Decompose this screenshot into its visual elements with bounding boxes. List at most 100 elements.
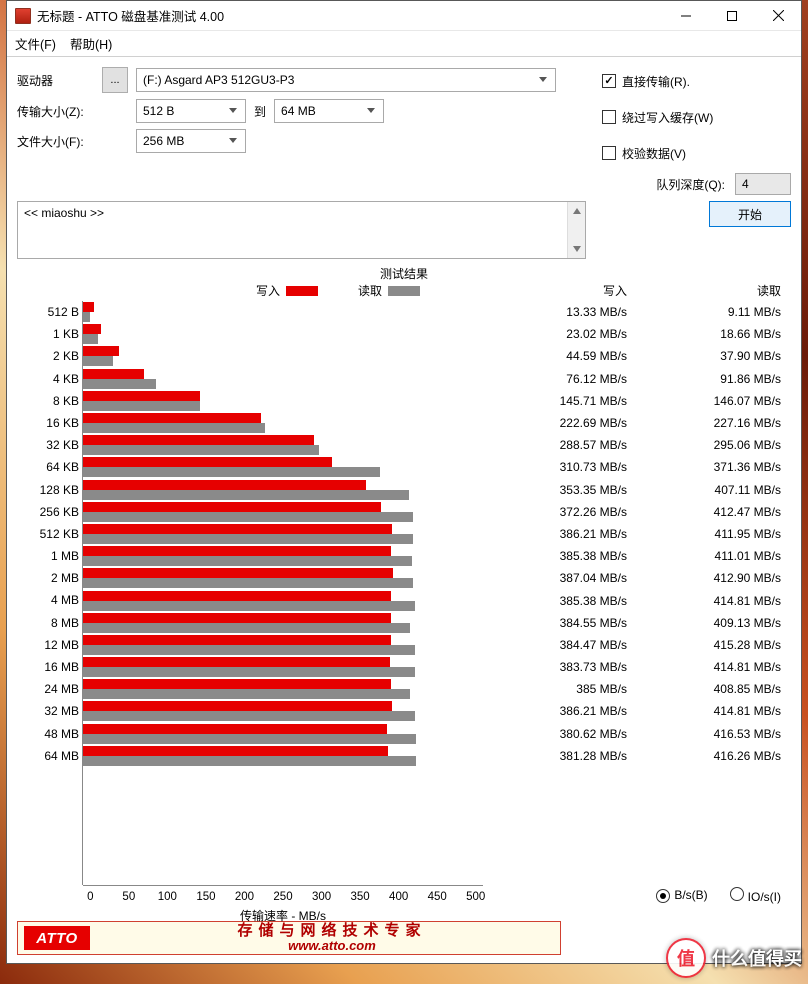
- y-tick-label: 8 KB: [17, 390, 79, 412]
- cell-read-value: 412.90 MB/s: [637, 571, 791, 585]
- cell-read-value: 227.16 MB/s: [637, 416, 791, 430]
- close-button[interactable]: [755, 1, 801, 31]
- x-tick-label: 400: [379, 891, 418, 903]
- radio-ios[interactable]: IO/s(I): [730, 887, 781, 904]
- menu-help[interactable]: 帮助(H): [70, 34, 112, 53]
- bar-write: [83, 369, 144, 379]
- y-tick-label: 24 MB: [17, 678, 79, 700]
- bar-write: [83, 701, 392, 711]
- bar-write: [83, 568, 393, 578]
- results-title: 测试结果: [17, 265, 791, 282]
- bar-write: [83, 302, 94, 312]
- cell-write-value: 145.71 MB/s: [483, 394, 637, 408]
- x-axis: 050100150200250300350400450500 传输速率 - MB…: [83, 885, 483, 919]
- footer-tagline: 存储与网络技术专家: [237, 923, 426, 940]
- cell-write-value: 76.12 MB/s: [483, 372, 637, 386]
- bar-write: [83, 746, 388, 756]
- menu-file[interactable]: 文件(F): [15, 34, 56, 53]
- cell-write-value: 23.02 MB/s: [483, 327, 637, 341]
- cell-read-value: 416.53 MB/s: [637, 727, 791, 741]
- x-tick-label: 150: [187, 891, 226, 903]
- x-tick-label: 500: [456, 891, 495, 903]
- cell-read-value: 414.81 MB/s: [637, 594, 791, 608]
- cell-write-value: 44.59 MB/s: [483, 349, 637, 363]
- cell-read-value: 18.66 MB/s: [637, 327, 791, 341]
- max-size-value: 64 MB: [281, 104, 316, 118]
- label-transfer-size: 传输大小(Z):: [17, 103, 102, 120]
- direct-io-checkbox[interactable]: [602, 74, 616, 88]
- bar-write: [83, 346, 119, 356]
- scrollbar[interactable]: [567, 202, 585, 258]
- cell-write-value: 383.73 MB/s: [483, 660, 637, 674]
- label-queue-depth: 队列深度(Q):: [656, 176, 725, 193]
- bar-read: [83, 667, 415, 677]
- watermark: 值 什么值得买: [666, 938, 802, 978]
- cell-write-value: 353.35 MB/s: [483, 483, 637, 497]
- bar-read: [83, 379, 156, 389]
- y-tick-label: 8 MB: [17, 612, 79, 634]
- app-icon: [15, 8, 31, 24]
- y-tick-label: 32 MB: [17, 700, 79, 722]
- bypass-write-cache-checkbox[interactable]: [602, 110, 616, 124]
- x-axis-title: 传输速率 - MB/s: [83, 907, 483, 924]
- window-title: 无标题 - ATTO 磁盘基准测试 4.00: [37, 6, 224, 25]
- chart-legend: 写入 读取: [193, 282, 483, 301]
- cell-read-value: 408.85 MB/s: [637, 682, 791, 696]
- swatch-read-icon: [388, 286, 420, 296]
- x-tick-label: 100: [148, 891, 187, 903]
- titlebar[interactable]: 无标题 - ATTO 磁盘基准测试 4.00: [7, 1, 801, 31]
- y-tick-label: 2 KB: [17, 345, 79, 367]
- description-box: << miaoshu >>: [17, 201, 586, 259]
- bar-read: [83, 467, 380, 477]
- legend-write-label: 写入: [256, 282, 280, 299]
- maximize-button[interactable]: [709, 1, 755, 31]
- y-tick-label: 64 MB: [17, 745, 79, 767]
- scroll-up-icon[interactable]: [568, 202, 585, 220]
- file-size-select[interactable]: 256 MB: [136, 129, 246, 153]
- min-size-select[interactable]: 512 B: [136, 99, 246, 123]
- label-drive: 驱动器: [17, 72, 102, 89]
- y-tick-label: 4 KB: [17, 368, 79, 390]
- cell-read-value: 295.06 MB/s: [637, 438, 791, 452]
- cell-write-value: 385.38 MB/s: [483, 549, 637, 563]
- footer-url[interactable]: www.atto.com: [288, 939, 376, 953]
- cell-write-value: 386.21 MB/s: [483, 704, 637, 718]
- cell-write-value: 288.57 MB/s: [483, 438, 637, 452]
- cell-write-value: 385 MB/s: [483, 682, 637, 696]
- y-tick-label: 2 MB: [17, 567, 79, 589]
- cell-write-value: 384.47 MB/s: [483, 638, 637, 652]
- max-size-select[interactable]: 64 MB: [274, 99, 384, 123]
- bar-read: [83, 445, 319, 455]
- y-tick-label: 32 KB: [17, 434, 79, 456]
- description-input[interactable]: << miaoshu >>: [18, 202, 567, 258]
- cell-read-value: 91.86 MB/s: [637, 372, 791, 386]
- browse-drive-button[interactable]: ...: [102, 67, 128, 93]
- verify-data-checkbox[interactable]: [602, 146, 616, 160]
- start-button[interactable]: 开始: [709, 201, 791, 227]
- scroll-down-icon[interactable]: [568, 240, 585, 258]
- x-tick-label: 450: [418, 891, 457, 903]
- bar-read: [83, 601, 415, 611]
- queue-depth-select[interactable]: 4: [735, 173, 791, 195]
- y-tick-label: 16 KB: [17, 412, 79, 434]
- cell-write-value: 385.38 MB/s: [483, 594, 637, 608]
- bar-read: [83, 312, 90, 322]
- cell-write-value: 310.73 MB/s: [483, 460, 637, 474]
- radio-bs[interactable]: B/s(B): [656, 888, 707, 903]
- cell-read-value: 407.11 MB/s: [637, 483, 791, 497]
- y-tick-label: 512 KB: [17, 523, 79, 545]
- cell-read-value: 414.81 MB/s: [637, 660, 791, 674]
- minimize-button[interactable]: [663, 1, 709, 31]
- cell-write-value: 384.55 MB/s: [483, 616, 637, 630]
- bar-write: [83, 524, 392, 534]
- watermark-badge-icon: 值: [666, 938, 706, 978]
- cell-read-value: 411.01 MB/s: [637, 549, 791, 563]
- watermark-text: 什么值得买: [712, 945, 802, 971]
- bar-read: [83, 556, 412, 566]
- label-verify-data: 校验数据(V): [622, 145, 686, 162]
- label-file-size: 文件大小(F):: [17, 133, 102, 150]
- bar-read: [83, 689, 410, 699]
- cell-read-value: 371.36 MB/s: [637, 460, 791, 474]
- drive-select[interactable]: (F:) Asgard AP3 512GU3-P3: [136, 68, 556, 92]
- label-direct-io: 直接传输(R).: [622, 73, 690, 90]
